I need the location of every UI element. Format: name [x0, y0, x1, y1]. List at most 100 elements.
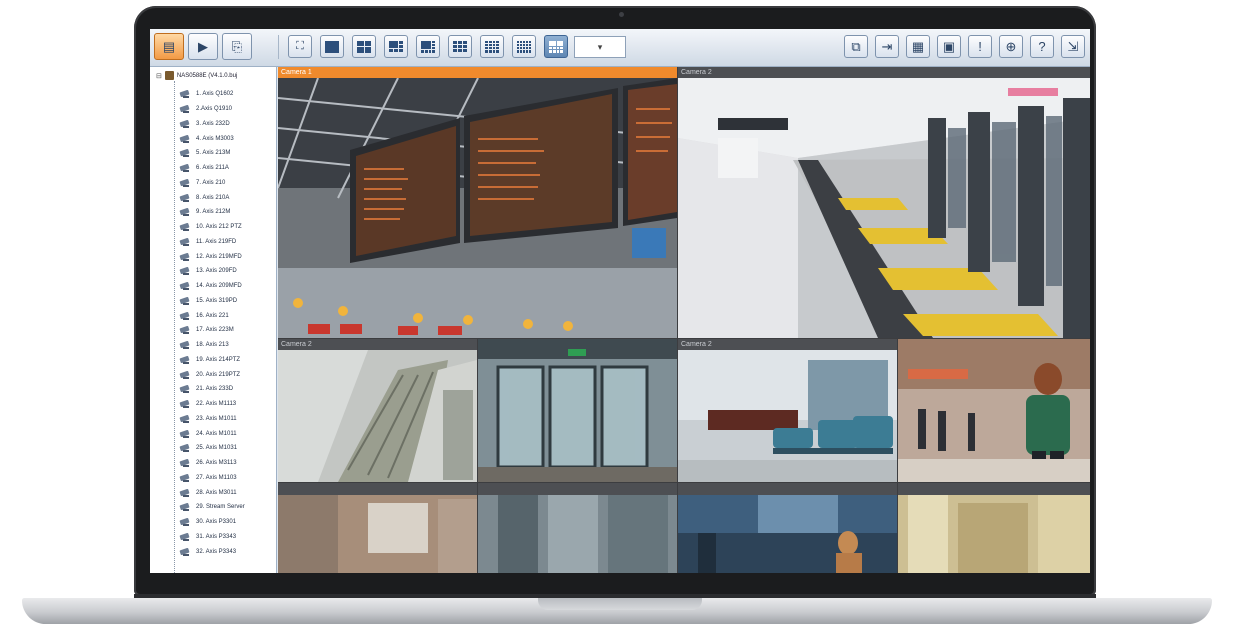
camera-icon	[180, 237, 192, 247]
layout-button[interactable]: ⇥	[875, 35, 899, 58]
tree-camera-item[interactable]: 23. Axis M1011	[180, 412, 245, 427]
camera-icon	[180, 207, 192, 217]
camera-feed-image	[478, 339, 677, 482]
vms-app-window: ▤ ▶ ⎘ ⛶ ▾ ⧉ ⇥ ▦ ▣ ! ⊕ ? ⇲ ⊟ NAS0588E (V4…	[150, 29, 1090, 573]
camera-tile-2[interactable]: Camera 2	[678, 67, 1090, 338]
camera-tile-10[interactable]	[898, 483, 1090, 573]
webcam-dot	[619, 12, 624, 17]
tree-camera-item[interactable]: 31. Axis P3343	[180, 530, 245, 545]
camera-feed-image	[678, 483, 897, 573]
tree-camera-item[interactable]: 16. Axis 221	[180, 308, 245, 323]
tree-camera-label: 18. Axis 213	[196, 342, 229, 349]
fullscreen-button[interactable]: ⛶	[288, 35, 312, 58]
tree-camera-label: 5. Axis 213M	[196, 150, 231, 157]
camera-tile-4[interactable]	[478, 339, 677, 482]
monitor-button[interactable]: ▤	[154, 33, 184, 60]
tree-camera-label: 1. Axis Q1602	[196, 91, 234, 98]
tree-camera-item[interactable]: 26. Axis M3113	[180, 456, 245, 471]
tree-camera-item[interactable]: 21. Axis 233D	[180, 382, 245, 397]
camera-tile-5[interactable]: Camera 2	[678, 339, 897, 482]
camera-tile-7[interactable]	[278, 483, 477, 573]
help-button[interactable]: ?	[1030, 35, 1054, 58]
camera-tile-6[interactable]	[898, 339, 1090, 482]
tree-camera-item[interactable]: 20. Axis 219PTZ	[180, 367, 245, 382]
tree-camera-item[interactable]: 6. Axis 211A	[180, 161, 245, 176]
export-button[interactable]: ⎘	[222, 33, 252, 60]
fullscreen-icon: ⛶	[296, 40, 304, 52]
message-button[interactable]: !	[968, 35, 992, 58]
tree-camera-label: 30. Axis P3301	[196, 519, 237, 526]
logout-icon: ⇲	[1067, 38, 1079, 54]
camera-icon	[180, 266, 192, 276]
tree-camera-item[interactable]: 7. Axis 210	[180, 176, 245, 191]
tree-camera-label: 19. Axis 214PTZ	[196, 356, 241, 363]
tree-camera-item[interactable]: 32. Axis P3343	[180, 544, 245, 559]
tree-camera-item[interactable]: 15. Axis 319PD	[180, 294, 245, 309]
layout-dropdown[interactable]: ▾	[574, 36, 626, 58]
camera-tile-9[interactable]	[678, 483, 897, 573]
camera-feed-image	[278, 483, 477, 573]
camera-icon	[180, 443, 192, 453]
layout-9-button[interactable]	[448, 35, 472, 58]
tree-camera-item[interactable]: 25. Axis M1031	[180, 441, 245, 456]
camera-icon	[180, 355, 192, 365]
camera-tile-title: Camera 2	[278, 339, 477, 350]
tree-camera-item[interactable]: 18. Axis 213	[180, 338, 245, 353]
tree-connector	[174, 81, 176, 573]
tree-camera-item[interactable]: 8. Axis 210A	[180, 190, 245, 205]
tree-camera-item[interactable]: 2.Axis Q1910	[180, 102, 245, 117]
tree-camera-label: 7. Axis 210	[196, 179, 226, 186]
layout-custom-button[interactable]	[544, 35, 568, 58]
camera-icon	[180, 148, 192, 158]
tree-camera-label: 15. Axis 319PD	[196, 297, 238, 304]
tree-camera-label: 14. Axis 209MFD	[196, 283, 242, 290]
web-button[interactable]: ⊕	[999, 35, 1023, 58]
window-button[interactable]: ⧉	[844, 35, 868, 58]
layout-1-button[interactable]	[320, 35, 344, 58]
tree-camera-item[interactable]: 4. Axis M3003	[180, 131, 245, 146]
tree-camera-label: 11. Axis 219FD	[196, 238, 237, 245]
tree-camera-item[interactable]: 30. Axis P3301	[180, 515, 245, 530]
snapshot-button[interactable]: ▣	[937, 35, 961, 58]
tree-camera-item[interactable]: 14. Axis 209MFD	[180, 279, 245, 294]
tree-camera-item[interactable]: 1. Axis Q1602	[180, 87, 245, 102]
tree-camera-item[interactable]: 22. Axis M1113	[180, 397, 245, 412]
tree-camera-item[interactable]: 10. Axis 212 PTZ	[180, 220, 245, 235]
tree-camera-item[interactable]: 24. Axis M1011	[180, 426, 245, 441]
tree-camera-item[interactable]: 17. Axis 223M	[180, 323, 245, 338]
tree-root-nas[interactable]: ⊟ NAS0588E (V4.1.0.buj	[156, 71, 237, 80]
camera-tile-title: Camera 2	[678, 339, 897, 350]
camera-icon	[180, 532, 192, 542]
camera-icon	[180, 134, 192, 144]
message-icon: !	[978, 39, 982, 54]
tree-camera-item[interactable]: 11. Axis 219FD	[180, 235, 245, 250]
layout-6-button[interactable]	[384, 35, 408, 58]
logout-button[interactable]: ⇲	[1061, 35, 1085, 58]
tree-camera-item[interactable]: 5. Axis 213M	[180, 146, 245, 161]
tree-camera-item[interactable]: 12. Axis 219MFD	[180, 249, 245, 264]
tree-camera-item[interactable]: 29. Stream Server	[180, 500, 245, 515]
playback-button[interactable]: ▶	[188, 33, 218, 60]
camera-tile-8[interactable]	[478, 483, 677, 573]
camera-tile-1[interactable]: Camera 1	[278, 67, 677, 338]
layout-8-button[interactable]	[416, 35, 440, 58]
tree-camera-label: 26. Axis M3113	[196, 460, 237, 467]
tree-camera-item[interactable]: 28. Axis M3011	[180, 485, 245, 500]
emap-button[interactable]: ▦	[906, 35, 930, 58]
layout-8-icon	[421, 40, 435, 53]
camera-icon	[180, 517, 192, 527]
layout-4-button[interactable]	[352, 35, 376, 58]
camera-tile-3[interactable]: Camera 2	[278, 339, 477, 482]
tree-camera-label: 20. Axis 219PTZ	[196, 371, 241, 378]
collapse-icon[interactable]: ⊟	[156, 72, 162, 80]
layout-25-button[interactable]	[512, 35, 536, 58]
tree-camera-label: 10. Axis 212 PTZ	[196, 224, 242, 231]
camera-feed-image	[478, 483, 677, 573]
tree-camera-item[interactable]: 13. Axis 209FD	[180, 264, 245, 279]
camera-icon	[180, 178, 192, 188]
tree-camera-item[interactable]: 3. Axis 232D	[180, 117, 245, 132]
layout-16-button[interactable]	[480, 35, 504, 58]
tree-camera-item[interactable]: 27. Axis M1103	[180, 471, 245, 486]
tree-camera-item[interactable]: 19. Axis 214PTZ	[180, 353, 245, 368]
tree-camera-item[interactable]: 9. Axis 212M	[180, 205, 245, 220]
